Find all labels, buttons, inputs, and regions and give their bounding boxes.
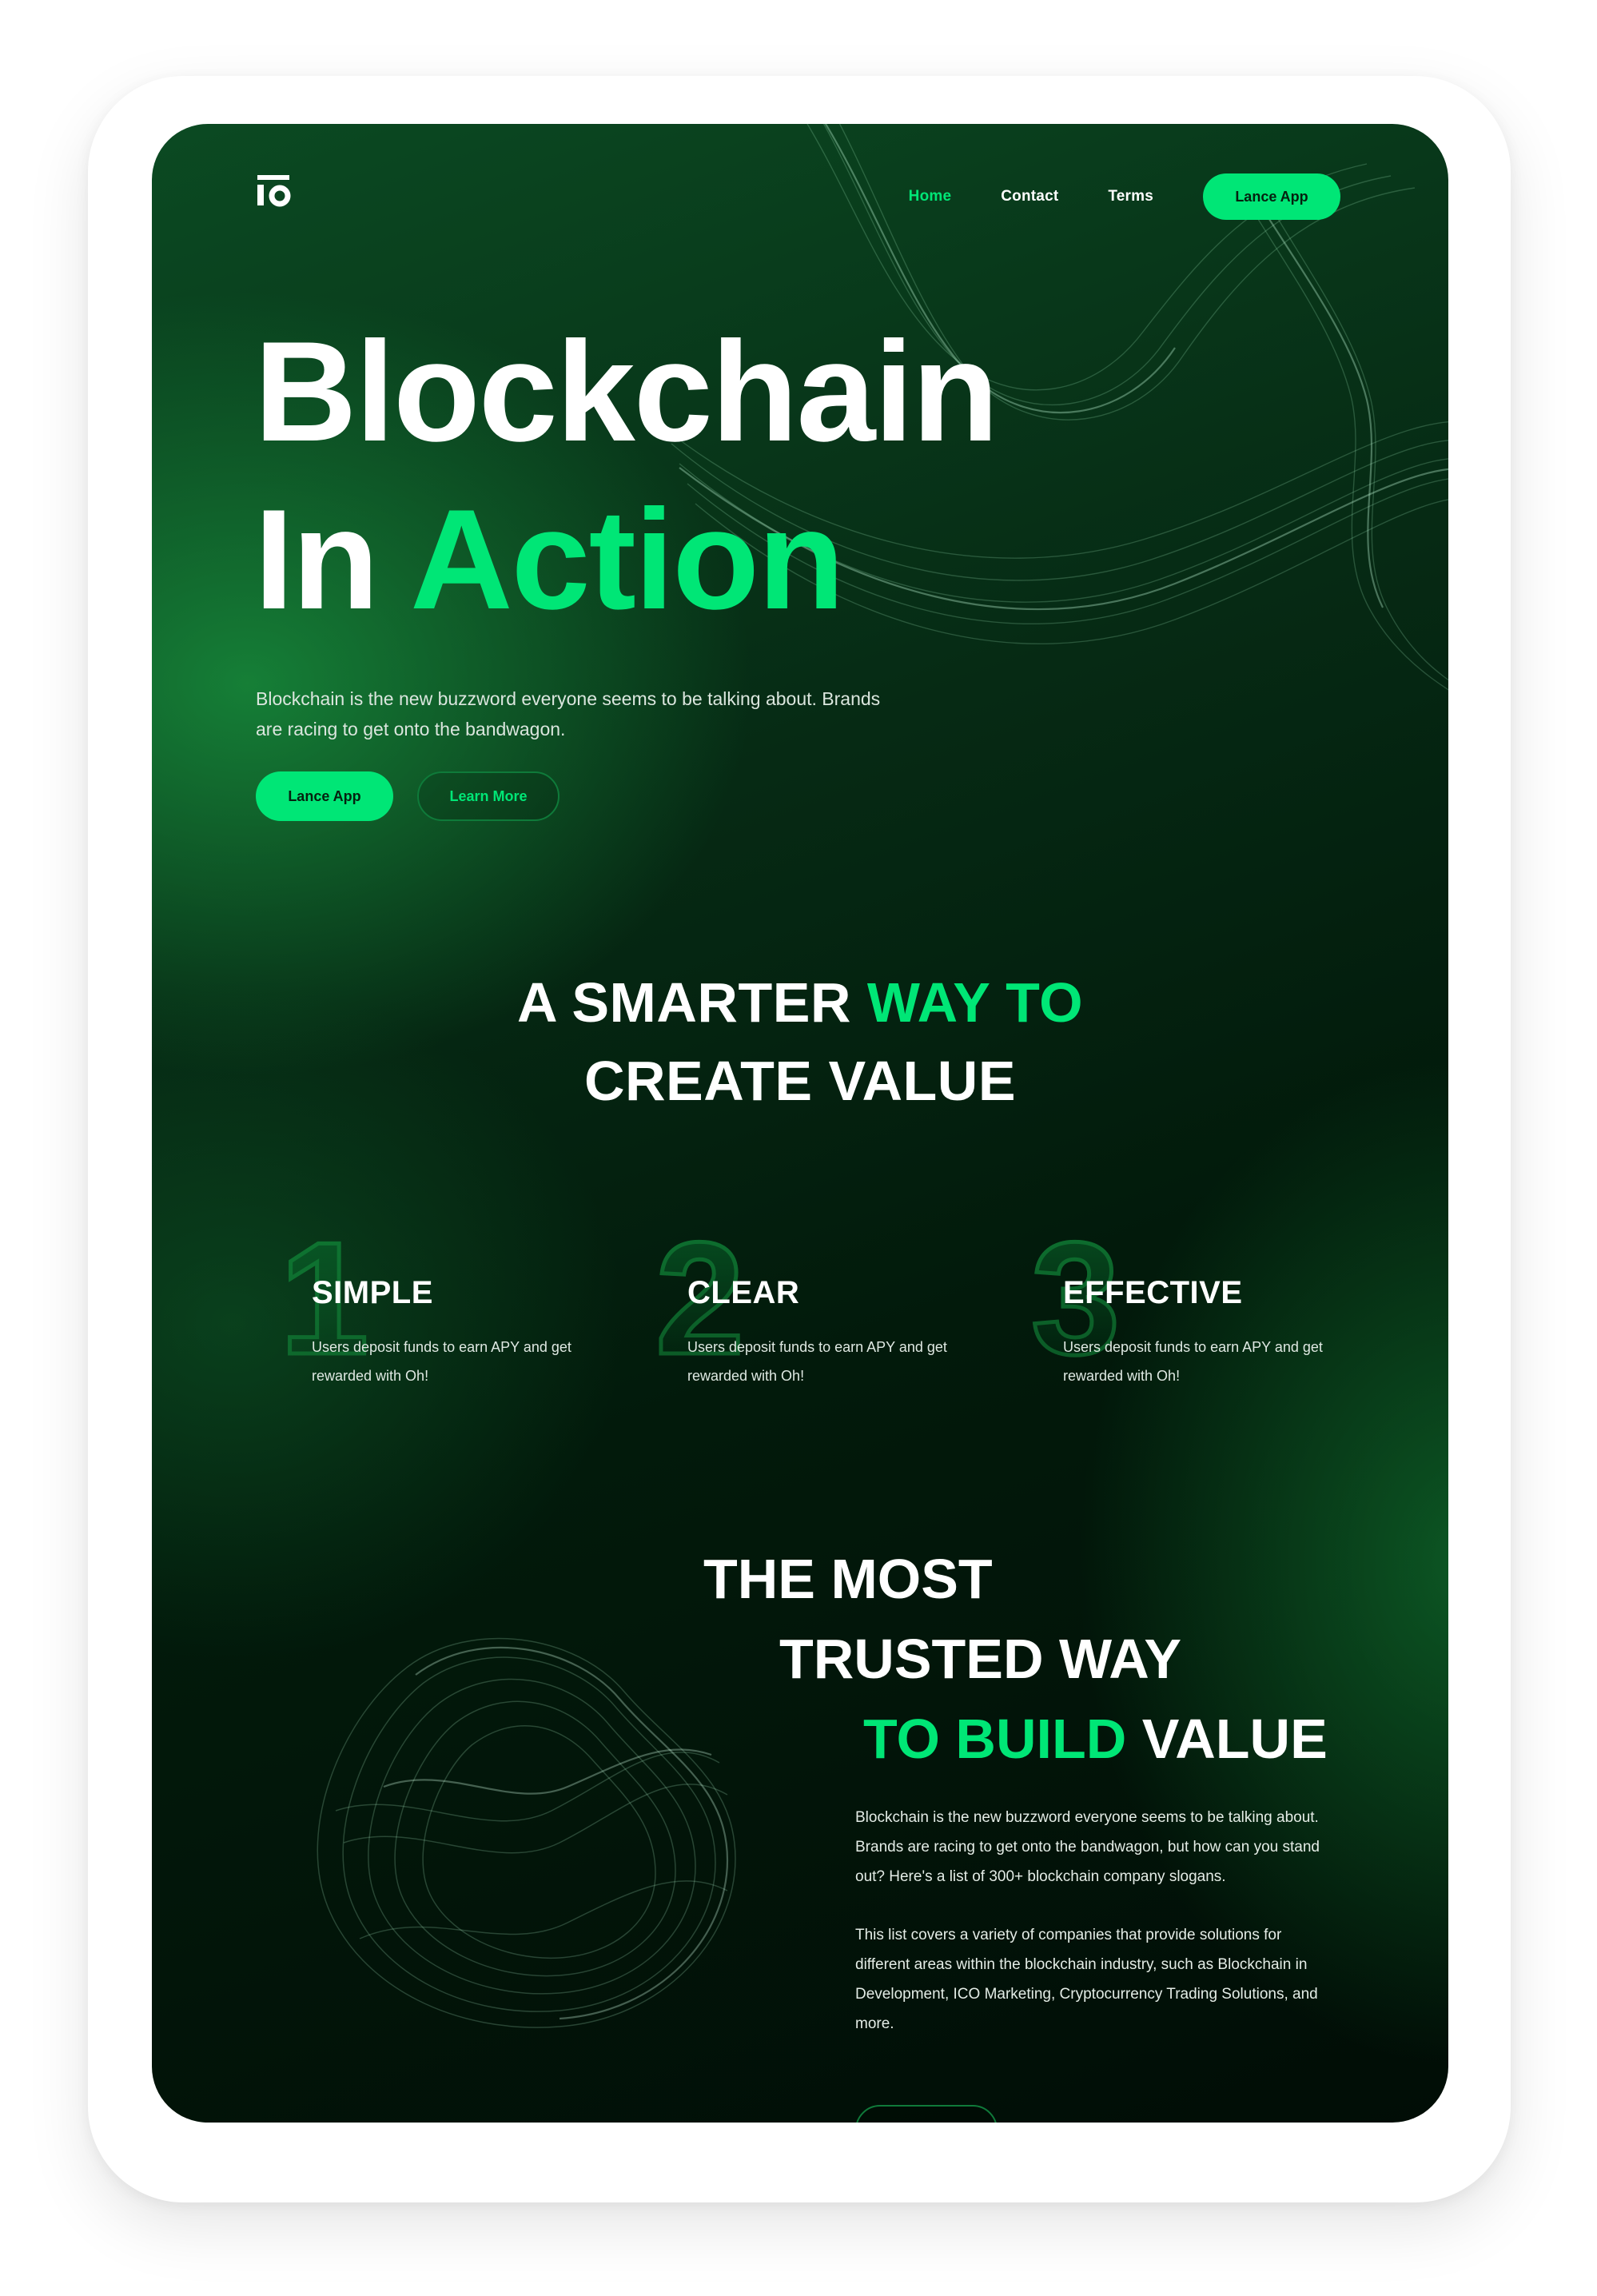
hero-description: Blockchain is the new buzzword everyone …: [256, 688, 881, 739]
blob-mesh-decoration: [317, 1637, 736, 2028]
feature-text: Users deposit funds to earn APY and get …: [312, 1339, 571, 1384]
hero-title-line1: Blockchain: [254, 312, 999, 471]
feature-text: Users deposit funds to earn APY and get …: [687, 1339, 947, 1384]
section-trust-text: Blockchain is the new buzzword everyone …: [855, 1803, 1335, 2067]
section-trust-learn-more-button[interactable]: Learn More: [855, 2105, 998, 2123]
hero-title-in: In: [254, 480, 379, 639]
section-value-title-line2: CREATE VALUE: [583, 1050, 1017, 1112]
section-trust-title-white: VALUE: [1141, 1708, 1328, 1770]
section-trust-title: THE MOST TRUSTED WAY TO BUILD VALUE: [703, 1539, 1328, 1779]
nav-link-terms[interactable]: Terms: [1108, 188, 1153, 205]
feature-title: CLEAR: [687, 1275, 800, 1310]
section-trust-title-line3: TO BUILD VALUE: [703, 1699, 1328, 1779]
feature-item: 3 EFFECTIVE Users deposit funds to earn …: [1029, 1217, 1335, 1395]
hero-learn-more-button[interactable]: Learn More: [417, 771, 560, 821]
main-nav: Home Contact Terms Lance App: [909, 173, 1340, 220]
logo-icon[interactable]: [256, 172, 294, 210]
hero-buttons: Lance App Learn More: [256, 771, 560, 821]
nav-link-contact[interactable]: Contact: [1001, 188, 1058, 205]
section-value-title-accent: WAY TO: [866, 971, 1084, 1034]
landing-page: Home Contact Terms Lance App Blockchain …: [152, 124, 1448, 2123]
feature-item: 2 CLEAR Users deposit funds to earn APY …: [653, 1217, 959, 1395]
hero-title: Blockchain In Action: [254, 308, 999, 644]
section-trust-paragraph: Blockchain is the new buzzword everyone …: [855, 1809, 1320, 1885]
feature-item: 1 SIMPLE Users deposit funds to earn APY…: [277, 1217, 583, 1395]
section-value-title-white: A SMARTER: [516, 971, 851, 1034]
section-value-title-line1: A SMARTER WAY TO: [152, 963, 1448, 1042]
hero-title-action: Action: [410, 480, 845, 639]
hero-title-line2: In Action: [254, 476, 998, 644]
section-trust-title-accent: TO BUILD: [863, 1708, 1127, 1770]
feature-title: EFFECTIVE: [1063, 1275, 1243, 1310]
nav-lance-app-button[interactable]: Lance App: [1203, 173, 1340, 220]
section-trust-paragraph: This list covers a variety of companies …: [855, 1927, 1318, 2032]
section-value-title: A SMARTER WAY TO CREATE VALUE: [152, 963, 1448, 1120]
section-trust-title-line1: THE MOST: [703, 1548, 993, 1610]
nav-link-home[interactable]: Home: [909, 188, 952, 205]
feature-title: SIMPLE: [312, 1275, 433, 1310]
hero-lance-app-button[interactable]: Lance App: [256, 771, 393, 821]
features-list: 1 SIMPLE Users deposit funds to earn APY…: [277, 1217, 1335, 1395]
feature-text: Users deposit funds to earn APY and get …: [1063, 1339, 1323, 1384]
section-trust-title-line2: TRUSTED WAY: [779, 1628, 1182, 1690]
